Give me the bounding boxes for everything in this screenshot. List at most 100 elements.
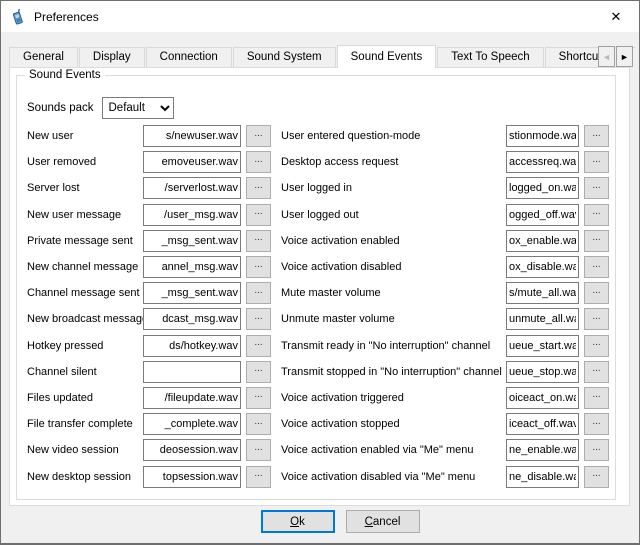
sound-file-input[interactable] xyxy=(506,361,579,383)
browse-button[interactable]: ... xyxy=(246,439,271,461)
sound-file-input[interactable] xyxy=(143,177,241,199)
sound-event-row: Hotkey pressed... xyxy=(27,333,271,359)
browse-button[interactable]: ... xyxy=(246,204,271,226)
sound-file-input[interactable] xyxy=(143,387,241,409)
sound-event-row: Channel silent... xyxy=(27,359,271,385)
tab-scroll-right-button[interactable]: ► xyxy=(616,46,633,67)
event-label: Files updated xyxy=(27,392,143,404)
sound-event-row: Private message sent... xyxy=(27,228,271,254)
tab-scroll-left-button[interactable]: ◄ xyxy=(598,46,615,67)
sound-file-input[interactable] xyxy=(143,125,241,147)
sounds-pack-select[interactable]: Default xyxy=(102,97,174,119)
sound-event-row: Voice activation enabled via "Me" menu..… xyxy=(281,437,609,463)
sound-file-input[interactable] xyxy=(143,230,241,252)
tab-general[interactable]: General xyxy=(9,47,78,68)
event-column-left: New user...User removed...Server lost...… xyxy=(27,123,271,490)
browse-button[interactable]: ... xyxy=(584,151,609,173)
sound-file-input[interactable] xyxy=(506,387,579,409)
event-label: User logged in xyxy=(281,182,506,194)
event-label: Channel message sent xyxy=(27,287,143,299)
tab-sound-events[interactable]: Sound Events xyxy=(337,45,437,68)
browse-button[interactable]: ... xyxy=(584,177,609,199)
sound-event-row: New desktop session... xyxy=(27,463,271,489)
browse-button[interactable]: ... xyxy=(584,308,609,330)
sound-file-input[interactable] xyxy=(143,466,241,488)
browse-button[interactable]: ... xyxy=(584,387,609,409)
browse-button[interactable]: ... xyxy=(584,413,609,435)
sound-event-row: Mute master volume... xyxy=(281,280,609,306)
browse-button[interactable]: ... xyxy=(246,177,271,199)
event-label: Channel silent xyxy=(27,366,143,378)
sound-file-input[interactable] xyxy=(506,177,579,199)
browse-button[interactable]: ... xyxy=(246,387,271,409)
sound-event-row: Files updated... xyxy=(27,385,271,411)
ok-button[interactable]: Ok xyxy=(261,510,335,533)
browse-button[interactable]: ... xyxy=(246,335,271,357)
close-icon[interactable]: ✕ xyxy=(593,1,639,32)
sound-file-input[interactable] xyxy=(143,361,241,383)
sound-event-row: Unmute master volume... xyxy=(281,306,609,332)
sound-events-group: Sound Events Sounds pack Default New use… xyxy=(16,75,616,500)
event-label: Transmit stopped in "No interruption" ch… xyxy=(281,366,506,378)
browse-button[interactable]: ... xyxy=(584,125,609,147)
sound-file-input[interactable] xyxy=(143,439,241,461)
tab-connection[interactable]: Connection xyxy=(146,47,232,68)
browse-button[interactable]: ... xyxy=(246,361,271,383)
browse-button[interactable]: ... xyxy=(246,282,271,304)
sound-file-input[interactable] xyxy=(143,151,241,173)
browse-button[interactable]: ... xyxy=(584,335,609,357)
browse-button[interactable]: ... xyxy=(246,466,271,488)
browse-button[interactable]: ... xyxy=(584,230,609,252)
title-bar: Preferences ✕ xyxy=(1,1,639,32)
app-icon xyxy=(10,9,26,25)
sound-file-input[interactable] xyxy=(143,204,241,226)
sound-file-input[interactable] xyxy=(506,204,579,226)
sound-event-row: User entered question-mode... xyxy=(281,123,609,149)
event-label: Desktop access request xyxy=(281,156,506,168)
event-columns: New user...User removed...Server lost...… xyxy=(27,123,609,490)
event-label: Private message sent xyxy=(27,235,143,247)
sound-file-input[interactable] xyxy=(143,256,241,278)
sound-event-row: New channel message... xyxy=(27,254,271,280)
sound-file-input[interactable] xyxy=(506,282,579,304)
sound-file-input[interactable] xyxy=(506,151,579,173)
tab-text-to-speech[interactable]: Text To Speech xyxy=(437,47,543,68)
event-label: Hotkey pressed xyxy=(27,340,143,352)
browse-button[interactable]: ... xyxy=(246,413,271,435)
chevron-left-icon: ◄ xyxy=(602,52,611,62)
sound-file-input[interactable] xyxy=(143,413,241,435)
sound-file-input[interactable] xyxy=(506,308,579,330)
sound-event-row: Voice activation enabled... xyxy=(281,228,609,254)
browse-button[interactable]: ... xyxy=(584,282,609,304)
sound-file-input[interactable] xyxy=(143,308,241,330)
browse-button[interactable]: ... xyxy=(584,439,609,461)
tab-sound-system[interactable]: Sound System xyxy=(233,47,336,68)
event-label: New desktop session xyxy=(27,471,143,483)
event-label: Voice activation enabled via "Me" menu xyxy=(281,444,506,456)
browse-button[interactable]: ... xyxy=(584,361,609,383)
sound-file-input[interactable] xyxy=(143,282,241,304)
sound-file-input[interactable] xyxy=(506,125,579,147)
event-label: Voice activation enabled xyxy=(281,235,506,247)
sound-event-row: Voice activation disabled... xyxy=(281,254,609,280)
browse-button[interactable]: ... xyxy=(246,308,271,330)
cancel-button[interactable]: Cancel xyxy=(346,510,420,533)
sound-file-input[interactable] xyxy=(506,413,579,435)
event-label: File transfer complete xyxy=(27,418,143,430)
browse-button[interactable]: ... xyxy=(246,151,271,173)
browse-button[interactable]: ... xyxy=(246,125,271,147)
sound-file-input[interactable] xyxy=(506,439,579,461)
browse-button[interactable]: ... xyxy=(584,466,609,488)
sound-file-input[interactable] xyxy=(506,466,579,488)
sound-file-input[interactable] xyxy=(143,335,241,357)
event-label: New user xyxy=(27,130,143,142)
browse-button[interactable]: ... xyxy=(584,256,609,278)
sound-file-input[interactable] xyxy=(506,230,579,252)
tab-display[interactable]: Display xyxy=(79,47,145,68)
sound-file-input[interactable] xyxy=(506,256,579,278)
browse-button[interactable]: ... xyxy=(246,230,271,252)
sound-file-input[interactable] xyxy=(506,335,579,357)
browse-button[interactable]: ... xyxy=(246,256,271,278)
sound-event-row: Server lost... xyxy=(27,175,271,201)
browse-button[interactable]: ... xyxy=(584,204,609,226)
